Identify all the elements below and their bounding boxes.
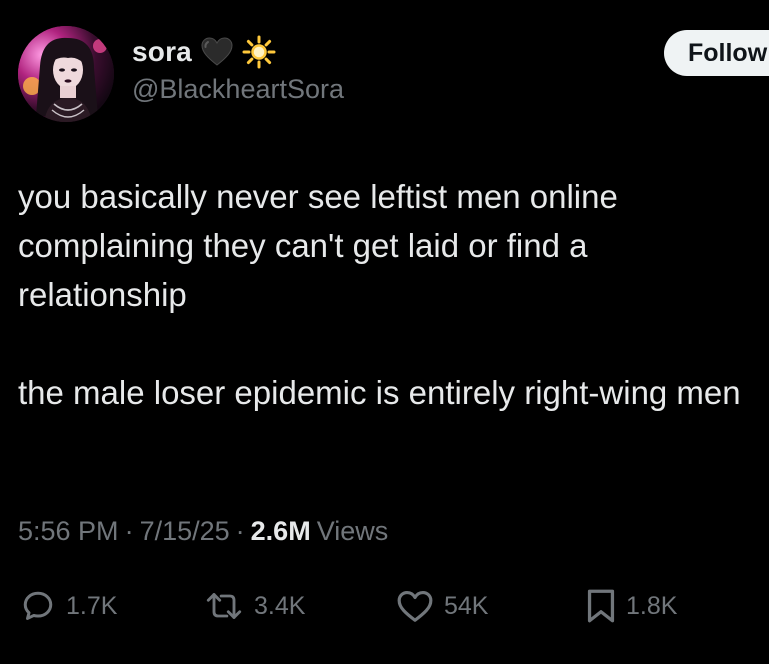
bookmark-button[interactable]: 1.8K (586, 582, 677, 630)
sun-icon (242, 35, 276, 69)
tweet-card: sora @BlackheartSora Follow you basicall… (0, 0, 769, 664)
views-count: 2.6M (250, 516, 311, 546)
bookmark-icon (586, 588, 616, 624)
heart-icon (396, 588, 434, 624)
follow-button[interactable]: Follow (664, 30, 769, 76)
meta-separator: · (235, 516, 245, 546)
action-bar: 1.7K 3.4K 54K 1.8K (0, 582, 769, 630)
tweet-paragraph: the male loser epidemic is entirely righ… (18, 374, 741, 411)
tweet-date[interactable]: 7/15/25 (140, 516, 230, 547)
tweet-paragraph: you basically never see leftist men onli… (18, 178, 618, 313)
avatar[interactable] (18, 26, 114, 122)
author-name-row: sora (132, 34, 276, 70)
tweet-text: you basically never see leftist men onli… (18, 172, 758, 417)
avatar-image (18, 26, 114, 122)
repost-count: 3.4K (254, 591, 306, 620)
display-name[interactable]: sora (132, 36, 192, 68)
like-button[interactable]: 54K (396, 582, 488, 630)
meta-separator: · (124, 516, 134, 546)
reply-icon (20, 588, 56, 624)
repost-icon (204, 588, 244, 624)
tweet-meta: 5:56 PM · 7/15/25 · 2.6M Views (18, 516, 388, 547)
views-label: Views (316, 516, 389, 546)
reply-count: 1.7K (66, 591, 118, 620)
author-handle[interactable]: @BlackheartSora (132, 74, 344, 105)
black-heart-icon (200, 35, 234, 69)
repost-button[interactable]: 3.4K (204, 582, 305, 630)
bookmark-count: 1.8K (626, 591, 678, 620)
reply-button[interactable]: 1.7K (20, 582, 117, 630)
tweet-time[interactable]: 5:56 PM (18, 516, 119, 547)
like-count: 54K (444, 591, 489, 620)
